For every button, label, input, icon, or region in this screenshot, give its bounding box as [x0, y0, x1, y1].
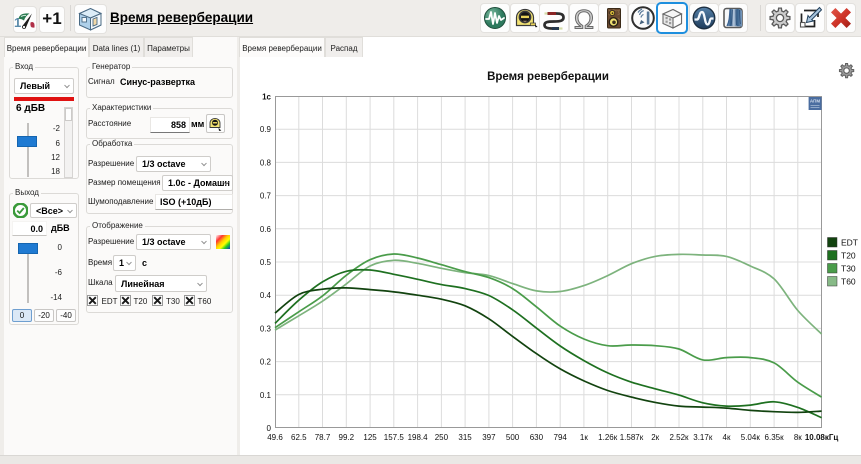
svg-text:125: 125	[363, 433, 377, 442]
svg-text:157.5: 157.5	[384, 433, 405, 442]
svg-text:1к: 1к	[580, 433, 588, 442]
svg-text:4к: 4к	[723, 433, 731, 442]
svg-text:0.5: 0.5	[260, 258, 272, 267]
svg-text:1с: 1с	[262, 93, 271, 102]
svg-text:99.2: 99.2	[339, 433, 355, 442]
svg-text:АПМ: АПМ	[810, 99, 820, 104]
svg-text:0.6: 0.6	[260, 225, 272, 234]
svg-text:630: 630	[530, 433, 544, 442]
svg-text:2к: 2к	[651, 433, 659, 442]
svg-text:1.587к: 1.587к	[620, 433, 644, 442]
svg-text:0.7: 0.7	[260, 192, 272, 201]
svg-text:0.4: 0.4	[260, 291, 272, 300]
svg-text:315: 315	[458, 433, 472, 442]
svg-text:198.4: 198.4	[408, 433, 429, 442]
svg-text:5.04к: 5.04к	[741, 433, 761, 442]
svg-text:3.17к: 3.17к	[693, 433, 713, 442]
svg-text:T20: T20	[841, 251, 856, 261]
svg-text:0.3: 0.3	[260, 324, 272, 333]
svg-text:10.08кГц: 10.08кГц	[805, 433, 839, 442]
svg-text:49.6: 49.6	[267, 433, 283, 442]
svg-text:794: 794	[554, 433, 568, 442]
svg-text:1.26к: 1.26к	[598, 433, 618, 442]
svg-text:0.9: 0.9	[260, 125, 272, 134]
svg-text:T60: T60	[841, 277, 856, 287]
svg-text:Время реверберации: Время реверберации	[487, 71, 609, 83]
svg-text:0.8: 0.8	[260, 158, 272, 167]
svg-text:8к: 8к	[794, 433, 802, 442]
svg-text:62.5: 62.5	[291, 433, 307, 442]
svg-text:78.7: 78.7	[315, 433, 331, 442]
svg-text:0.1: 0.1	[260, 391, 272, 400]
svg-text:Ω: Ω	[573, 5, 593, 33]
svg-text:397: 397	[482, 433, 496, 442]
svg-text:6.35к: 6.35к	[765, 433, 785, 442]
svg-text:EDT: EDT	[841, 238, 858, 248]
svg-text:500: 500	[506, 433, 520, 442]
svg-text:2.52к: 2.52к	[669, 433, 689, 442]
svg-text:0: 0	[267, 424, 272, 433]
svg-text:T30: T30	[841, 264, 856, 274]
svg-text:0.2: 0.2	[260, 358, 272, 367]
svg-text:250: 250	[435, 433, 449, 442]
